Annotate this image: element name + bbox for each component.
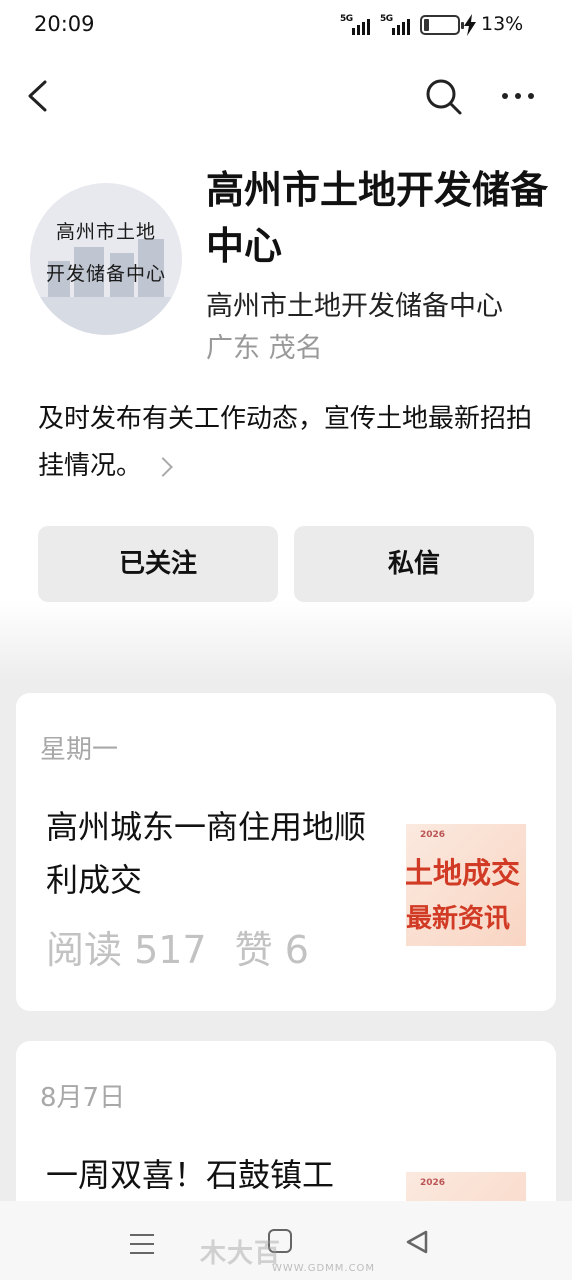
- back-icon[interactable]: [20, 74, 60, 118]
- article-likes: 赞 6: [234, 928, 309, 972]
- article-date: 星期一: [40, 735, 119, 765]
- battery-percent: 13%: [481, 13, 524, 35]
- profile-description-text: 及时发布有关工作动态，宣传土地最新招拍挂情况。: [38, 404, 533, 481]
- avatar-text-line1: 高州市土地: [55, 221, 156, 243]
- article-date: 8月7日: [40, 1083, 126, 1113]
- profile-name: 高州市土地开发储备中心: [206, 168, 549, 268]
- status-time: 20:09: [34, 12, 95, 36]
- thumbnail-headline: 土地成交: [406, 856, 521, 890]
- thumbnail-year: 2026: [420, 830, 446, 840]
- status-bar: 20:09 5G 5G 13%: [0, 0, 572, 52]
- article-stats: 阅读 517 赞 6: [46, 919, 337, 974]
- avatar[interactable]: 高州市土地 开发储备中心: [30, 183, 182, 335]
- chevron-right-icon[interactable]: [153, 456, 173, 477]
- search-icon[interactable]: [420, 74, 466, 118]
- message-button[interactable]: 私信: [294, 526, 534, 602]
- thumbnail-subheadline: 最新资讯: [406, 904, 511, 934]
- follow-button[interactable]: 已关注: [38, 526, 278, 602]
- thumbnail-year: 2026: [420, 1178, 446, 1188]
- article-reads: 阅读 517: [46, 928, 207, 972]
- charging-bolt-icon: [464, 14, 476, 36]
- watermark-url: WWW.GDMM.COM: [272, 1263, 376, 1274]
- network-type-label: 5G: [340, 14, 353, 24]
- more-icon[interactable]: [496, 74, 540, 118]
- avatar-text-line2: 开发储备中心: [45, 263, 166, 285]
- article-card[interactable]: 星期一 高州城东一商住用地顺利成交 阅读 517 赞 6 2026 土地成交 最新…: [16, 693, 556, 1011]
- battery-icon: [420, 15, 464, 35]
- menu-icon[interactable]: [130, 1234, 154, 1254]
- network-type-label: 5G: [380, 14, 393, 24]
- watermark-text: 木大百: [200, 1239, 282, 1269]
- signal-icon-sim1: 5G: [340, 14, 370, 36]
- back-triangle-icon[interactable]: [404, 1229, 430, 1255]
- profile-subname: 高州市土地开发储备中心: [206, 291, 503, 322]
- article-title[interactable]: 高州城东一商住用地顺利成交: [46, 801, 386, 907]
- profile-location: 广东 茂名: [206, 333, 323, 364]
- article-thumbnail[interactable]: 2026 土地成交 最新资讯: [406, 824, 526, 946]
- profile-description[interactable]: 及时发布有关工作动态，宣传土地最新招拍挂情况。: [38, 396, 548, 490]
- signal-icon-sim2: 5G: [380, 14, 410, 36]
- article-title[interactable]: 一周双喜！石鼓镇工: [46, 1149, 386, 1202]
- system-navigation-bar: 木大百 WWW.GDMM.COM: [0, 1201, 572, 1280]
